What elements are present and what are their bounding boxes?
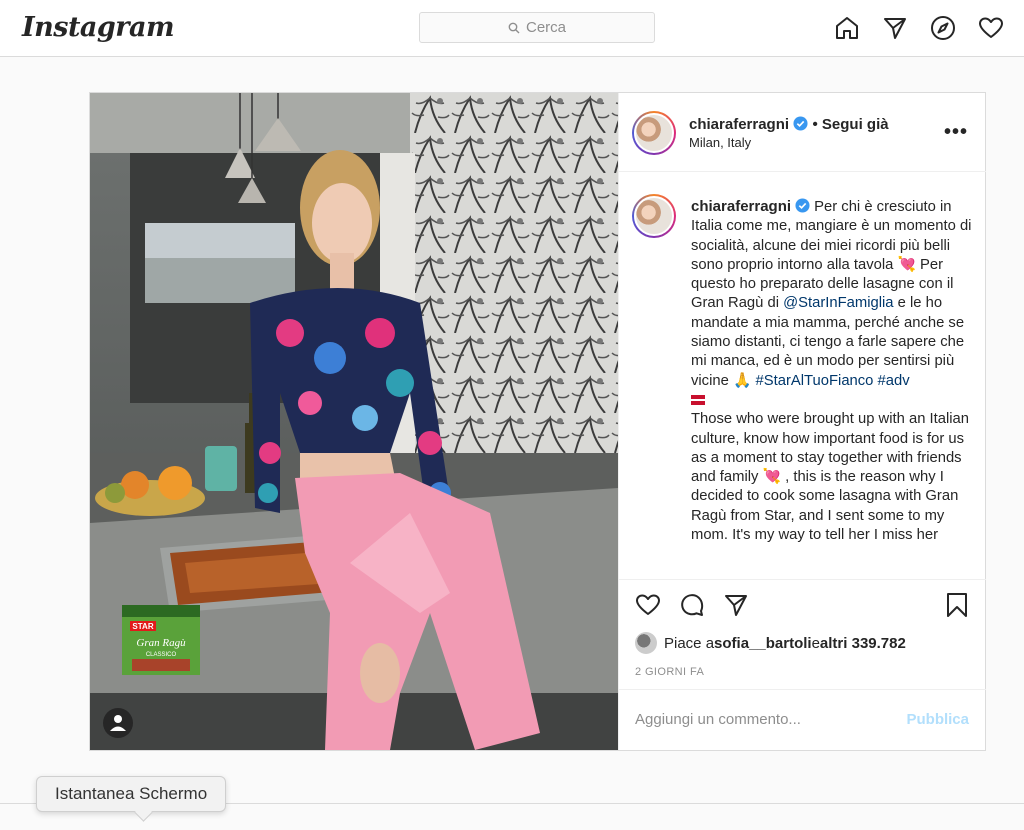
activity-heart-icon[interactable] [978,15,1004,41]
screenshot-tooltip: Istantanea Schermo [36,776,227,812]
top-navigation-bar: Instagram Cerca [0,0,1024,57]
liker-avatar[interactable] [635,632,657,654]
comment-input[interactable]: Aggiungi un commento... [635,711,801,728]
comment-icon[interactable] [679,592,705,618]
avatar[interactable] [632,111,676,155]
likes-count-link[interactable]: altri 339.782 [820,635,906,652]
liker-username-link[interactable]: sofia__bartoli [714,635,812,652]
bookmark-icon[interactable] [944,592,970,618]
share-icon[interactable] [723,592,749,618]
post-header: chiaraferragni • Segui già Milan, Italy … [619,93,986,172]
post-card: STAR Gran Ragù CLASSICO chiaraferragni •… [89,92,986,751]
post-image[interactable]: STAR Gran Ragù CLASSICO [90,93,618,750]
follow-status-button[interactable]: • Segui già [813,116,889,133]
product-variant: CLASSICO [146,652,177,658]
hashtag-link[interactable]: #adv [878,373,910,389]
location-link[interactable]: Milan, Italy [689,135,751,150]
search-placeholder: Cerca [525,19,566,36]
caption-text: chiaraferragni Per chi è cresciuto in It… [691,197,976,545]
home-icon[interactable] [834,15,860,41]
search-icon [508,22,520,33]
mention-link[interactable]: @StarInFamiglia [783,295,893,311]
likes-summary: Piace a sofia__bartoli e altri 339.782 [635,632,906,654]
caption-username-link[interactable]: chiaraferragni [691,198,791,215]
likes-middle: e [811,634,820,652]
nav-icons [834,15,1004,41]
heart-emoji: 💘 [762,469,781,486]
post-actions: Piace a sofia__bartoli e altri 339.782 2… [619,579,986,749]
caption-area: chiaraferragni Per chi è cresciuto in It… [619,173,986,577]
search-input[interactable]: Cerca [419,12,655,43]
like-heart-icon[interactable] [635,592,661,618]
more-options-icon[interactable]: ••• [944,121,968,144]
post-sidebar: chiaraferragni • Segui già Milan, Italy … [618,93,986,750]
verified-badge-icon [793,116,808,131]
post-timestamp[interactable]: 2 GIORNI FA [635,666,704,678]
publish-button[interactable]: Pubblica [906,711,969,728]
instagram-logo[interactable]: Instagram [22,12,175,43]
likes-prefix: Piace a [664,634,715,652]
comment-form: Aggiungi un commento... Pubblica [619,689,986,749]
direct-icon[interactable] [882,15,908,41]
caption-avatar[interactable] [632,194,676,238]
username-link[interactable]: chiaraferragni [689,116,789,133]
post-author: chiaraferragni • Segui già [689,116,889,134]
product-brand: STAR [132,622,153,631]
hashtag-link[interactable]: #StarAlTuoFianco [756,373,874,389]
pray-emoji: 🙏 [732,372,752,389]
action-icons [635,592,749,618]
heart-emoji: 💘 [897,256,916,273]
uk-flag-icon [691,394,705,405]
explore-icon[interactable] [930,15,956,41]
product-name: Gran Ragù [136,637,186,649]
verified-badge-icon [795,198,810,213]
